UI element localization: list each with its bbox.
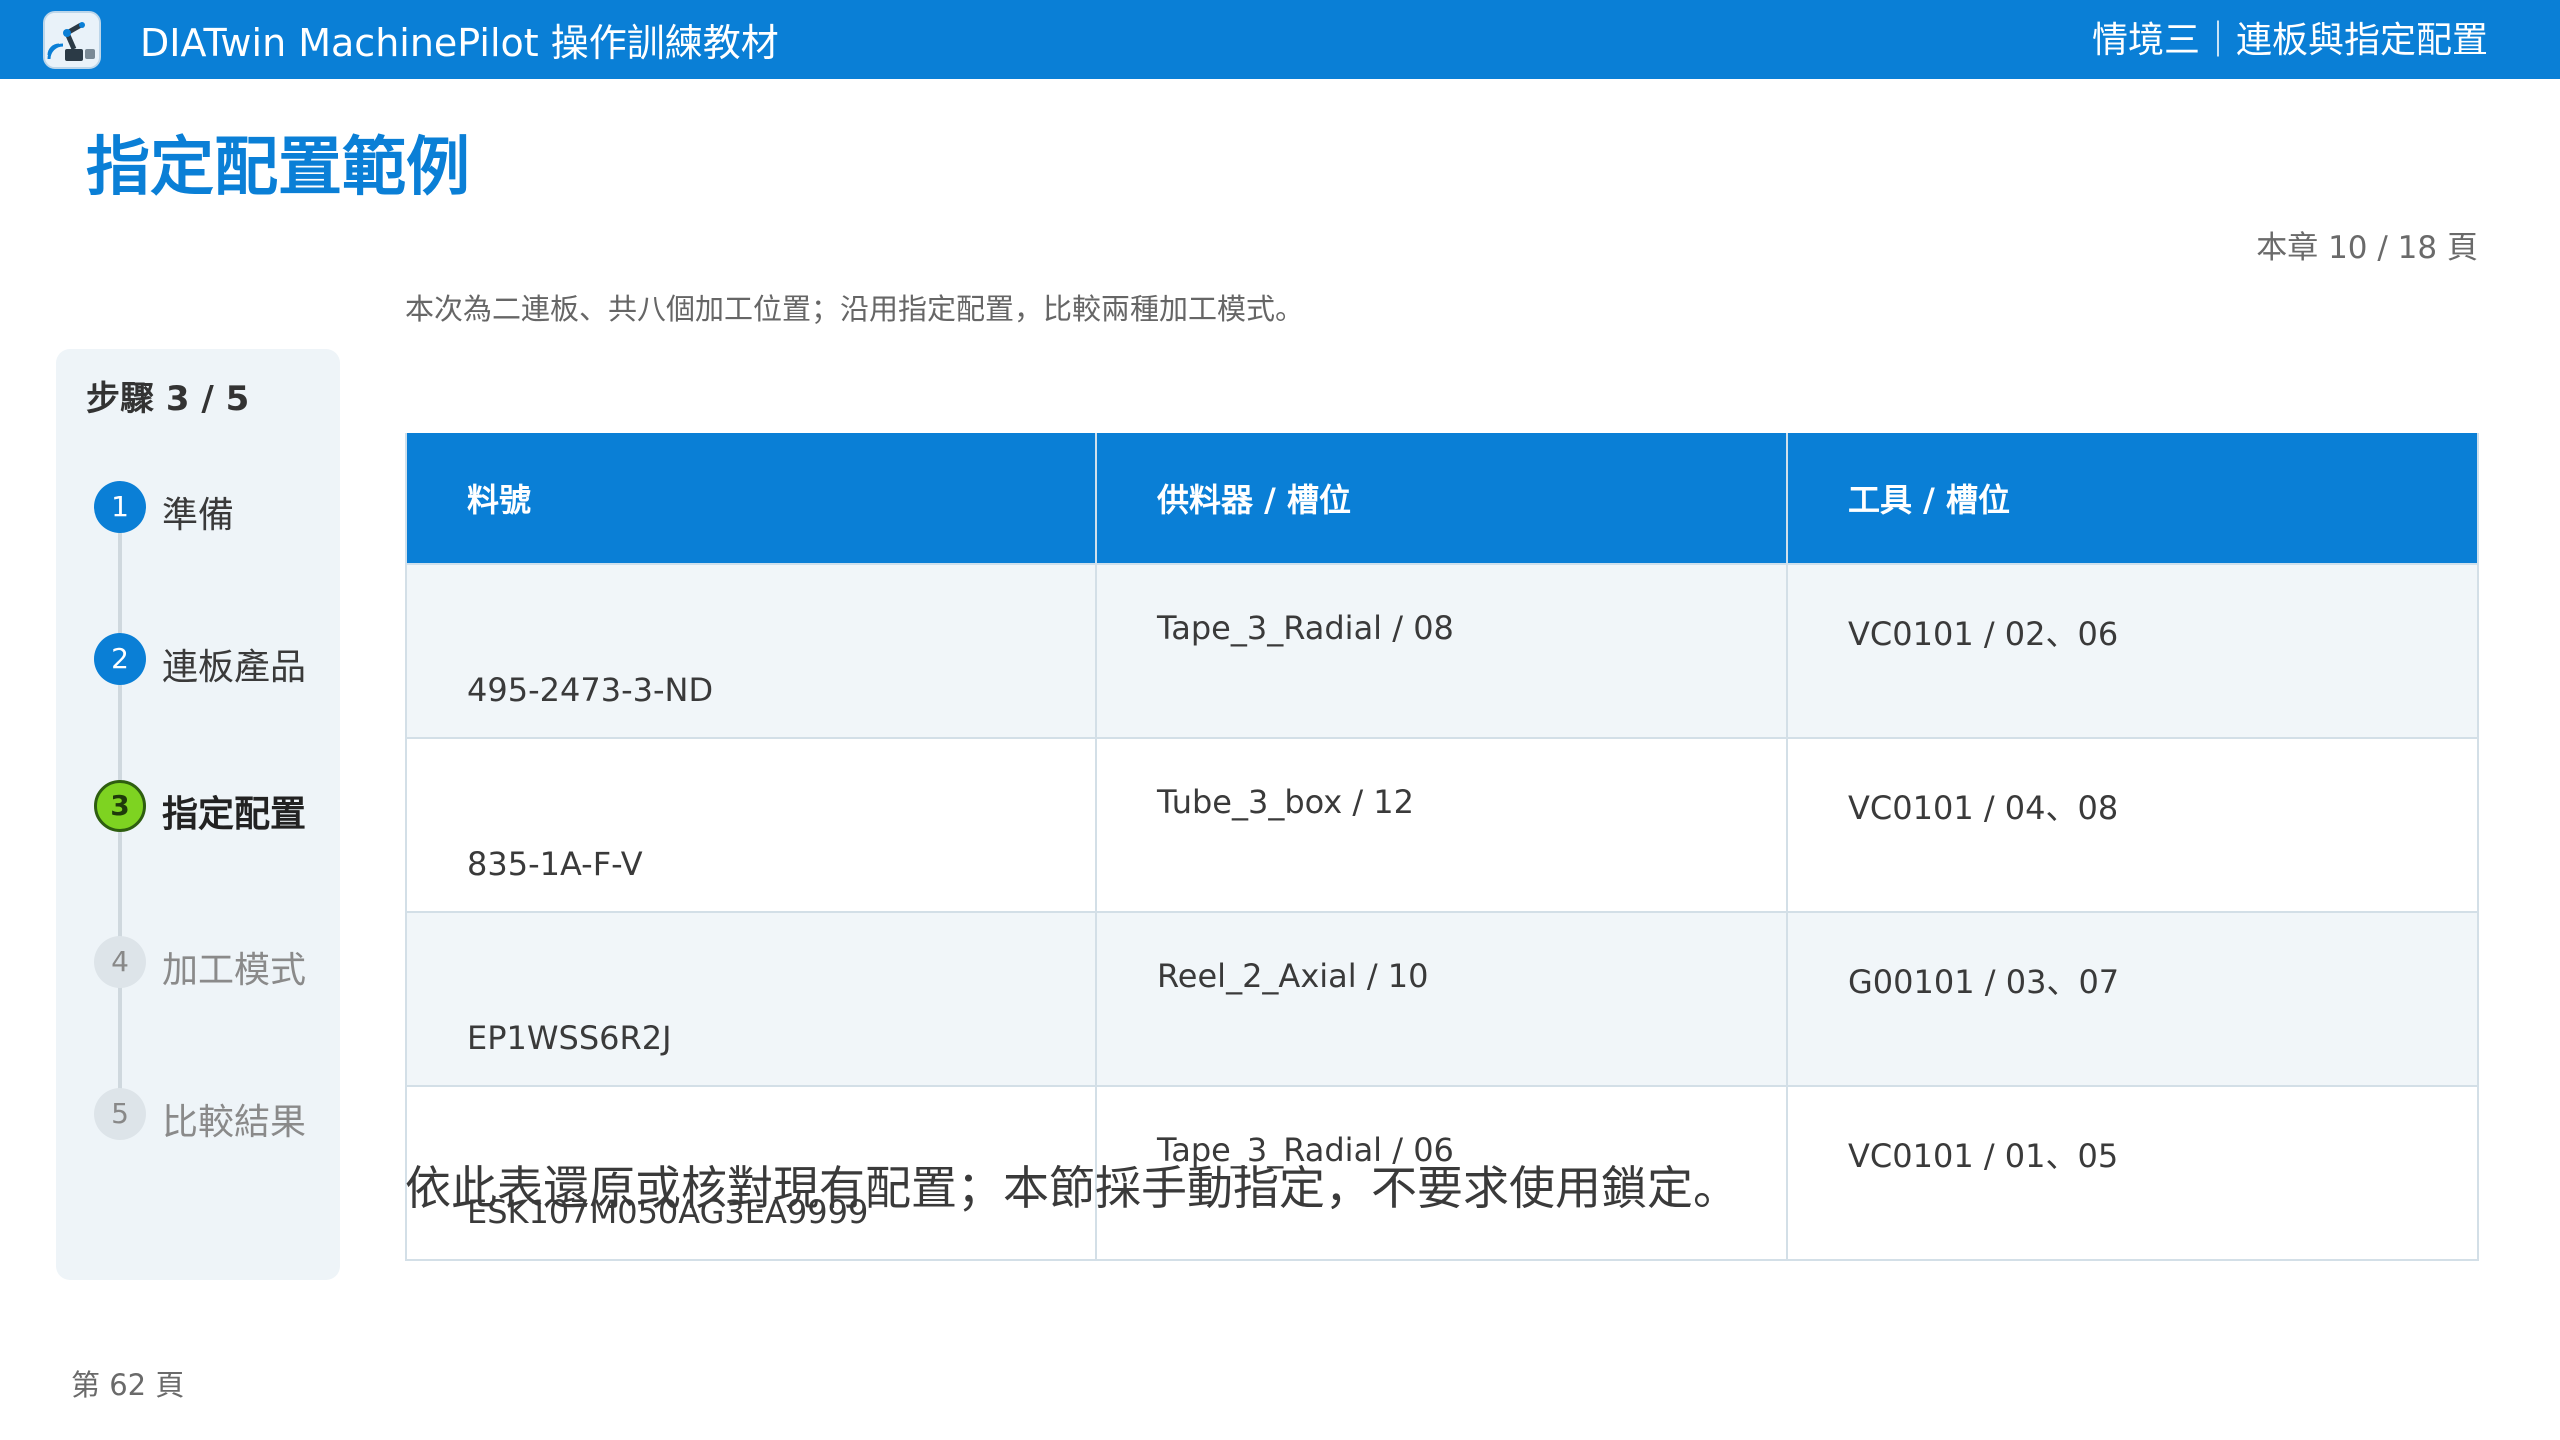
robot-arm-app-logo-icon xyxy=(43,11,101,69)
cell-tool-slot: VC0101 / 02、06 xyxy=(1786,563,2479,739)
cell-tool-slot: VC0101 / 04、08 xyxy=(1786,737,2479,913)
table-header-row: 料號 供料器 / 槽位 工具 / 槽位 xyxy=(405,433,2479,565)
cell-part-number: 835-1A-F-V xyxy=(405,737,1097,913)
step-label: 指定配置 xyxy=(162,794,307,835)
cell-part-number: EP1WSS6R2J xyxy=(405,911,1097,1087)
step-item-prepare[interactable]: 1 準備 xyxy=(94,478,334,538)
column-header-feeder-slot: 供料器 / 槽位 xyxy=(1095,433,1788,565)
chapter-title: 情境三｜連板與指定配置 xyxy=(2091,20,2488,61)
column-header-tool-slot: 工具 / 槽位 xyxy=(1786,433,2479,565)
step-item-process-mode[interactable]: 4 加工模式 xyxy=(94,933,334,993)
cell-feeder-slot: Tube_3_box / 12 xyxy=(1095,737,1788,913)
step-item-assigned-config[interactable]: 3 指定配置 xyxy=(94,777,334,837)
step-sidebar: 步驟 3 / 5 1 準備 2 連板產品 3 指定配置 4 加工模式 5 比較結… xyxy=(56,349,340,1280)
step-number-badge: 5 xyxy=(94,1088,146,1140)
table-row: 495-2473-3-ND Tape_3_Radial / 08 VC0101 … xyxy=(405,563,2479,739)
cell-tool-slot: G00101 / 03、07 xyxy=(1786,911,2479,1087)
step-label: 準備 xyxy=(162,495,235,536)
step-number-badge: 1 xyxy=(94,481,146,533)
chapter-progress: 本章 10 / 18 頁 xyxy=(2256,230,2478,266)
table-row: 835-1A-F-V Tube_3_box / 12 VC0101 / 04、0… xyxy=(405,737,2479,913)
cell-feeder-slot: Tape_3_Radial / 08 xyxy=(1095,563,1788,739)
stepper-heading: 步驟 3 / 5 xyxy=(86,379,250,419)
step-label: 連板產品 xyxy=(162,647,307,688)
instruction-note: 依此表還原或核對現有配置；本節採手動指定，不要求使用鎖定。 xyxy=(405,1161,1739,1215)
app-title: DIATwin MachinePilot 操作訓練教材 xyxy=(140,21,779,65)
assignment-table: 料號 供料器 / 槽位 工具 / 槽位 495-2473-3-ND Tape_3… xyxy=(405,433,2479,1261)
column-header-part-number: 料號 xyxy=(405,433,1097,565)
page-number: 第 62 頁 xyxy=(71,1368,185,1402)
step-label: 比較結果 xyxy=(162,1102,307,1143)
step-number-badge: 4 xyxy=(94,936,146,988)
top-bar: DIATwin MachinePilot 操作訓練教材 情境三｜連板與指定配置 xyxy=(0,0,2560,79)
step-item-compare-results[interactable]: 5 比較結果 xyxy=(94,1085,334,1145)
step-item-panel-product[interactable]: 2 連板產品 xyxy=(94,630,334,690)
step-label: 加工模式 xyxy=(162,950,307,991)
cell-tool-slot: VC0101 / 01、05 xyxy=(1786,1085,2479,1261)
step-number-badge: 3 xyxy=(94,780,146,832)
table-row: EP1WSS6R2J Reel_2_Axial / 10 G00101 / 03… xyxy=(405,911,2479,1087)
cell-feeder-slot: Reel_2_Axial / 10 xyxy=(1095,911,1788,1087)
cell-part-number: 495-2473-3-ND xyxy=(405,563,1097,739)
intro-text: 本次為二連板、共八個加工位置；沿用指定配置，比較兩種加工模式。 xyxy=(405,292,1305,326)
step-number-badge: 2 xyxy=(94,633,146,685)
page-title: 指定配置範例 xyxy=(86,131,470,205)
